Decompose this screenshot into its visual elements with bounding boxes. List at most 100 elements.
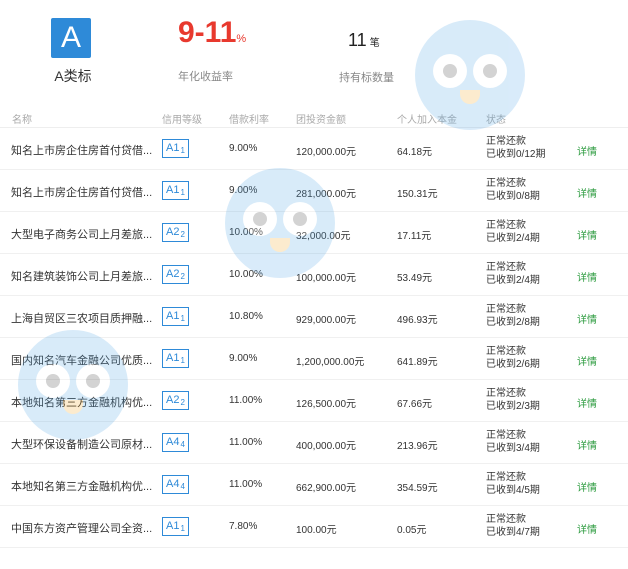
personal-principal: 354.59元 bbox=[397, 483, 438, 494]
credit-grade-badge: A22 bbox=[162, 391, 189, 410]
status-text: 正常还款 bbox=[486, 262, 526, 273]
credit-grade: A2 bbox=[166, 268, 180, 280]
total-amount: 100,000.00元 bbox=[296, 273, 357, 284]
col-status: 状态 bbox=[486, 115, 506, 126]
loan-name[interactable]: 本地知名第三方金融机构优... bbox=[11, 394, 161, 410]
total-amount: 120,000.00元 bbox=[296, 147, 357, 158]
loan-name[interactable]: 知名上市房企住房首付贷借... bbox=[11, 184, 161, 200]
credit-grade-badge: A44 bbox=[162, 475, 189, 494]
status-progress: 已收到0/12期 bbox=[486, 149, 546, 160]
credit-grade-sub: 4 bbox=[180, 440, 185, 449]
annual-yield-value: 9-11 bbox=[178, 16, 237, 49]
detail-link[interactable]: 详情 bbox=[577, 353, 597, 368]
repayment-status: 正常还款 已收到0/12期 bbox=[486, 135, 545, 161]
table-row: 本地知名第三方金融机构优... A44 11.00% 662,900.00元 354.5… bbox=[0, 464, 628, 506]
personal-principal: 150.31元 bbox=[397, 189, 438, 200]
loan-table: 名称 信用等级 借款利率 团投资金额 个人加入本金 状态 知名上市房企住房首付贷… bbox=[0, 105, 628, 548]
repayment-status: 正常还款 已收到2/8期 bbox=[486, 303, 540, 329]
status-progress: 已收到2/4期 bbox=[486, 233, 540, 244]
detail-link[interactable]: 详情 bbox=[577, 311, 597, 326]
detail-link[interactable]: 详情 bbox=[577, 521, 597, 536]
repayment-status: 正常还款已收到2/4期 bbox=[486, 261, 540, 287]
credit-grade-badge: A11 bbox=[162, 349, 189, 368]
status-progress: 已收到2/3期 bbox=[486, 401, 540, 412]
holding-count-label: 持有标数量 bbox=[339, 72, 394, 84]
status-text: 正常还款 bbox=[486, 220, 526, 231]
detail-link[interactable]: 详情 bbox=[577, 395, 597, 410]
holding-count-value: 11 bbox=[348, 30, 367, 50]
status-text: 正常还款 bbox=[486, 346, 526, 357]
loan-name[interactable]: 大型电子商务公司上月差旅... bbox=[11, 226, 161, 242]
loan-name[interactable]: 知名建筑装饰公司上月差旅... bbox=[11, 268, 161, 284]
repayment-status: 正常还款 已收到4/5期 bbox=[486, 471, 540, 497]
summary-header: A A类标 9-11% 年化收益率 11 笔 持有标数量 bbox=[0, 0, 628, 100]
credit-grade-sub: 1 bbox=[180, 356, 185, 365]
personal-principal: 64.18元 bbox=[397, 147, 433, 158]
status-text: 正常还款 bbox=[486, 178, 526, 189]
status-progress: 已收到2/4期 bbox=[486, 275, 540, 286]
credit-grade-badge: A22 bbox=[162, 265, 189, 284]
loan-rate: 9.00% bbox=[229, 185, 258, 196]
loan-rate: 7.80% bbox=[229, 521, 258, 532]
table-row: 知名上市房企住房首付贷借... A11 9.00% 281,000.00元 150.31… bbox=[0, 170, 628, 212]
loan-rate: 11.00% bbox=[229, 395, 263, 406]
total-amount: 126,500.00元 bbox=[296, 399, 357, 410]
detail-link[interactable]: 详情 bbox=[577, 479, 597, 494]
credit-grade: A2 bbox=[166, 394, 180, 406]
loan-rate: 9.00% bbox=[229, 353, 258, 364]
loan-name[interactable]: 大型环保设备制造公司原材... bbox=[11, 436, 161, 452]
col-grade: 信用等级 bbox=[162, 115, 202, 126]
credit-grade-sub: 2 bbox=[180, 398, 185, 407]
loan-rate: 10.00% bbox=[229, 227, 263, 238]
credit-grade: A1 bbox=[166, 142, 180, 154]
annual-yield-unit: % bbox=[236, 33, 247, 45]
status-text: 正常还款 bbox=[486, 514, 526, 525]
loan-rate: 9.00% bbox=[229, 143, 258, 154]
credit-grade-badge: A44 bbox=[162, 433, 189, 452]
loan-name[interactable]: 国内知名汽车金融公司优质... bbox=[11, 352, 161, 368]
personal-principal: 641.89元 bbox=[397, 357, 438, 368]
status-progress: 已收到0/8期 bbox=[486, 191, 540, 202]
credit-grade-sub: 1 bbox=[180, 188, 185, 197]
col-rate: 借款利率 bbox=[229, 115, 269, 126]
col-name: 名称 bbox=[12, 115, 32, 126]
total-amount: 929,000.00元 bbox=[296, 315, 357, 326]
holding-count-unit: 笔 bbox=[369, 38, 380, 49]
detail-link[interactable]: 详情 bbox=[577, 227, 597, 242]
col-amount: 团投资金额 bbox=[296, 115, 346, 126]
repayment-status: 正常还款已收到0/8期 bbox=[486, 177, 540, 203]
table-row: 本地知名第三方金融机构优... A22 11.00% 126,500.00元 67.66… bbox=[0, 380, 628, 422]
detail-link[interactable]: 详情 bbox=[577, 185, 597, 200]
loan-rate: 11.00% bbox=[229, 479, 263, 490]
credit-grade: A1 bbox=[166, 184, 180, 196]
credit-grade-badge: A22 bbox=[162, 223, 189, 242]
loan-name[interactable]: 知名上市房企住房首付贷借... bbox=[11, 142, 161, 158]
loan-name[interactable]: 本地知名第三方金融机构优... bbox=[11, 478, 161, 494]
total-amount: 1,200,000.00元 bbox=[296, 357, 365, 368]
detail-link[interactable]: 详情 bbox=[577, 143, 597, 158]
repayment-status: 正常还款已收到4/7期 bbox=[486, 513, 540, 539]
credit-grade: A1 bbox=[166, 520, 180, 532]
status-progress: 已收到2/6期 bbox=[486, 359, 540, 370]
status-progress: 已收到4/7期 bbox=[486, 527, 540, 538]
status-text: 正常还款 bbox=[486, 388, 526, 399]
loan-name[interactable]: 中国东方资产管理公司全资... bbox=[11, 520, 161, 536]
table-row: 大型电子商务公司上月差旅... A22 10.00% 32,000.00元 17.11元… bbox=[0, 212, 628, 254]
detail-link[interactable]: 详情 bbox=[577, 437, 597, 452]
col-personal: 个人加入本金 bbox=[397, 115, 457, 126]
status-text: 正常还款 bbox=[486, 430, 526, 441]
repayment-status: 正常还款已收到2/4期 bbox=[486, 219, 540, 245]
annual-yield: 9-11% bbox=[178, 16, 246, 50]
loan-rate: 10.00% bbox=[229, 269, 263, 280]
table-row: 知名上市房企住房首付贷借... A11 9.00% 120,000.00元 64.18元… bbox=[0, 128, 628, 170]
repayment-status: 正常还款已收到2/6期 bbox=[486, 345, 540, 371]
detail-link[interactable]: 详情 bbox=[577, 269, 597, 284]
credit-grade-sub: 4 bbox=[180, 482, 185, 491]
personal-principal: 496.93元 bbox=[397, 315, 438, 326]
table-row: 中国东方资产管理公司全资... A11 7.80% 100.00元 0.05元 正常还款已… bbox=[0, 506, 628, 548]
status-progress: 已收到2/8期 bbox=[486, 317, 540, 328]
annual-yield-label: 年化收益率 bbox=[178, 71, 233, 83]
loan-name[interactable]: 上海自贸区三农项目质押融... bbox=[11, 310, 161, 326]
credit-grade: A1 bbox=[166, 352, 180, 364]
credit-grade-badge: A11 bbox=[162, 307, 189, 326]
